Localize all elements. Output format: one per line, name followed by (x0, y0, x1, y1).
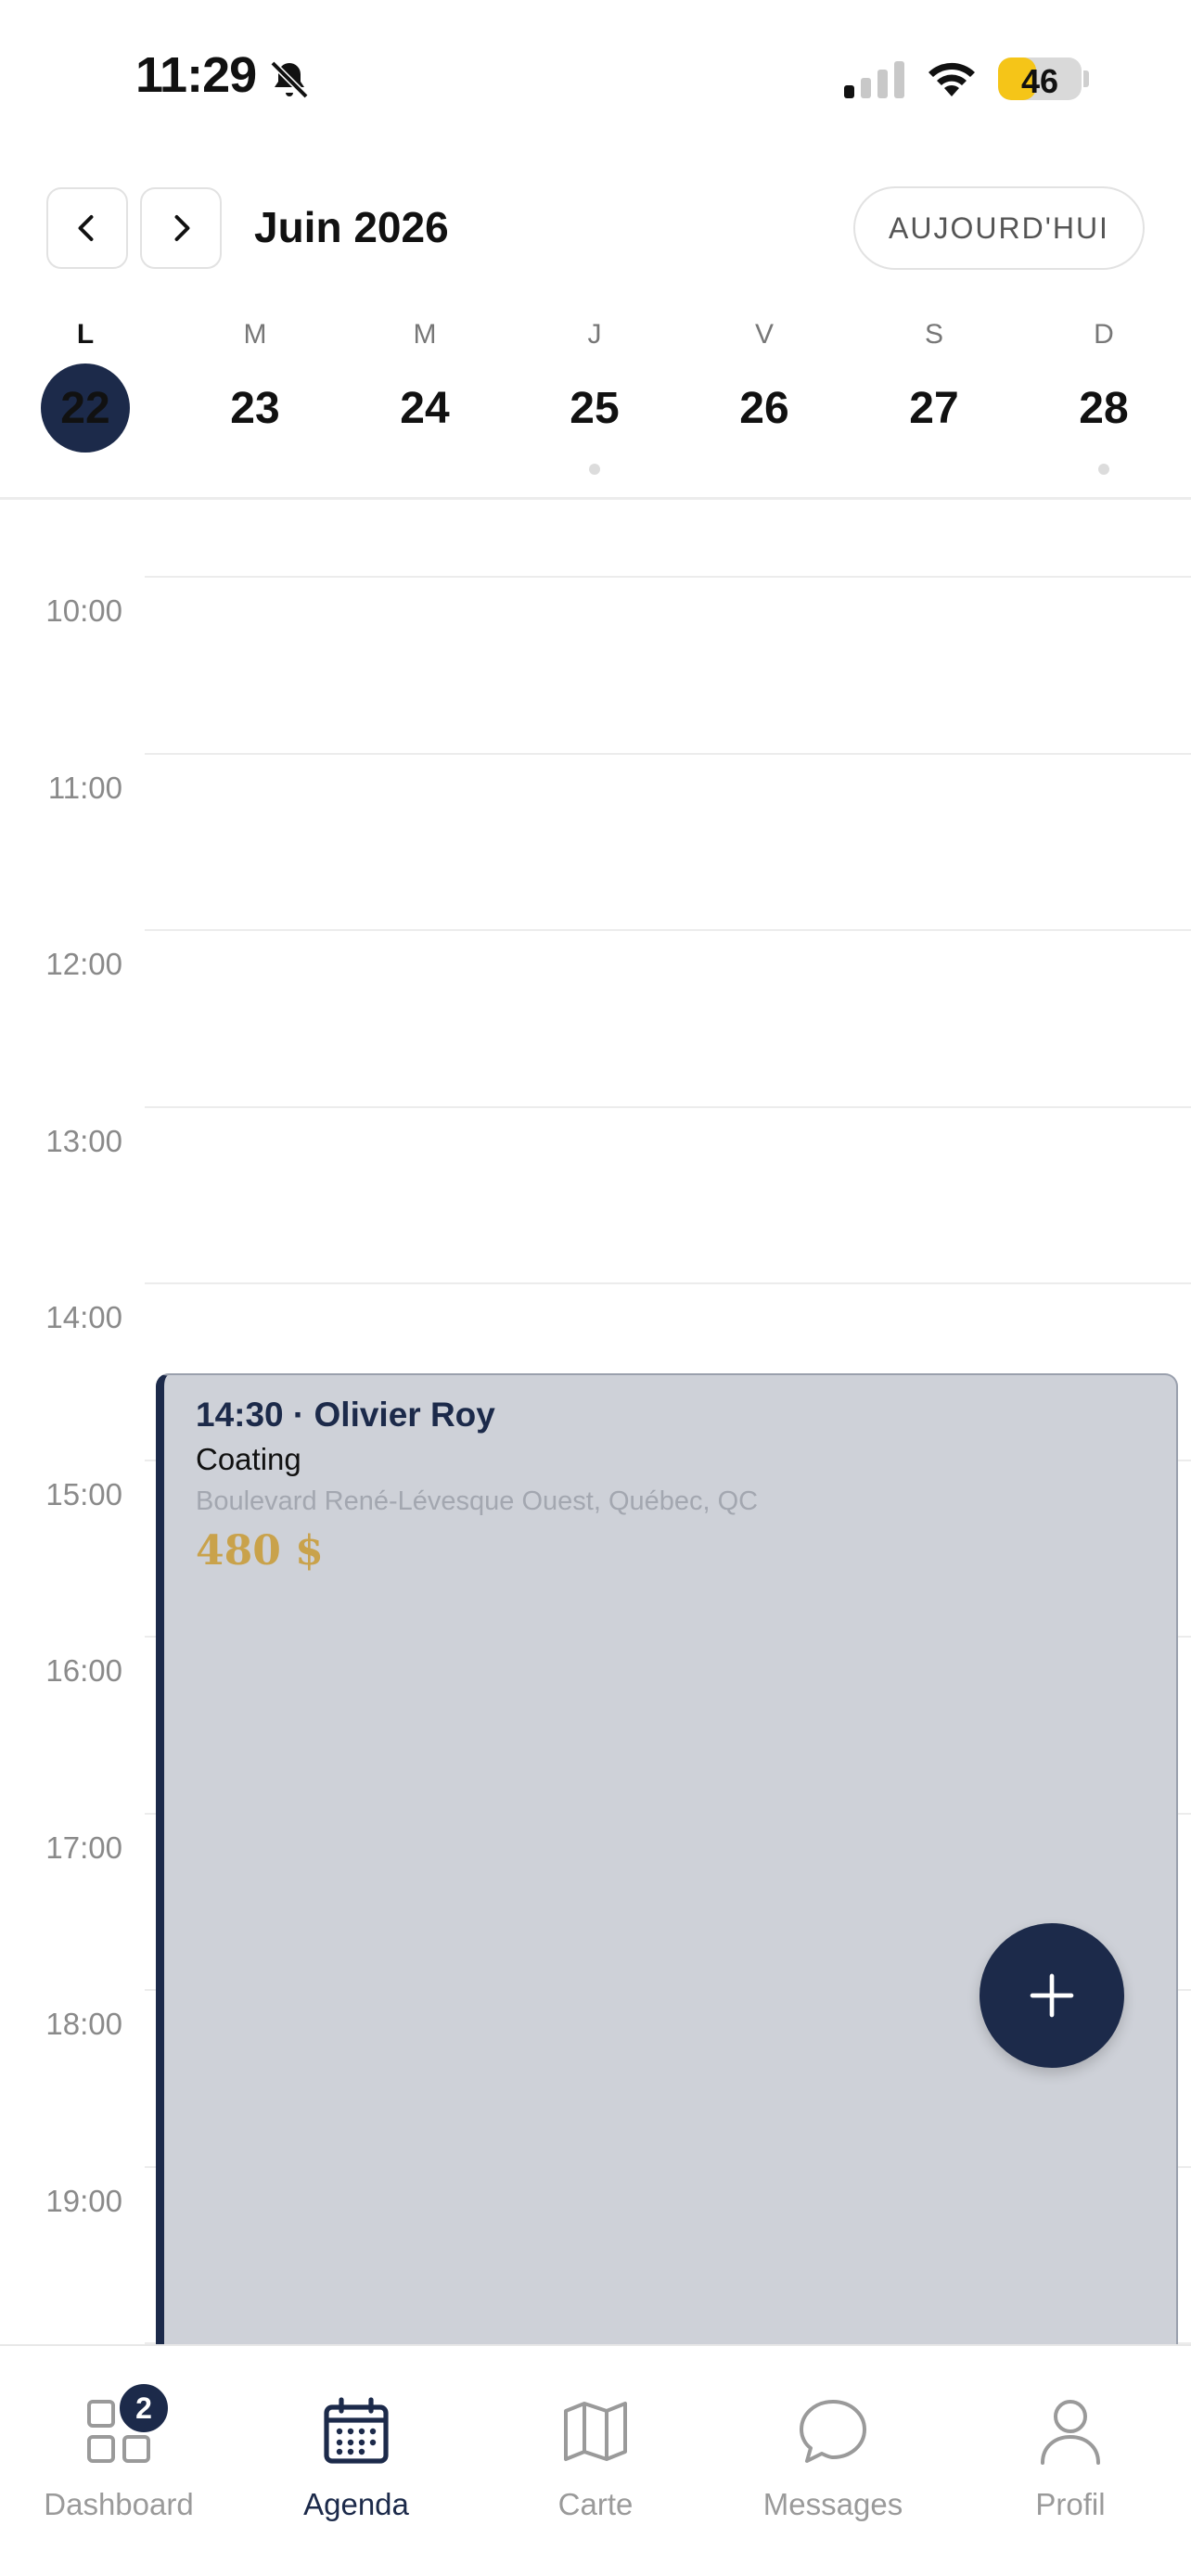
day-number: 24 (400, 383, 450, 433)
next-month-button[interactable] (140, 187, 222, 269)
tab-bar: 2 Dashboard Agenda Carte Messages Profil (0, 2344, 1191, 2576)
chevron-right-icon (174, 215, 190, 241)
tab-dashboard[interactable]: 2 Dashboard (0, 2346, 237, 2576)
tab-label: Dashboard (44, 2487, 194, 2521)
signal-icon (844, 61, 904, 98)
tab-messages[interactable]: Messages (714, 2346, 952, 2576)
event-indicator-dot (589, 464, 600, 475)
chat-bubble-icon (800, 2400, 866, 2463)
appointment-address: Boulevard René-Lévesque Ouest, Québec, Q… (196, 1486, 759, 1516)
day-number-circle: 27 (890, 363, 979, 453)
tab-carte[interactable]: Carte (477, 2346, 714, 2576)
day-number-circle: 22 (41, 363, 130, 453)
day-letter: D (1094, 319, 1114, 350)
wifi-icon (928, 62, 975, 96)
hour-label: 12:00 (45, 947, 122, 981)
status-bar: 11:29 46 (0, 0, 1191, 158)
plus-icon (1030, 1973, 1074, 2018)
week-strip: L 22 M 23 M 24 J 25 V 26 S 27 D 28 (0, 315, 1191, 497)
day-23[interactable]: M 23 (170, 315, 340, 497)
day-number: 23 (230, 383, 280, 433)
day-number: 26 (739, 383, 789, 433)
user-icon (1041, 2400, 1100, 2465)
day-letter: V (754, 319, 774, 350)
hour-label: 19:00 (45, 2183, 122, 2218)
day-timeline[interactable]: 14:30 · Olivier Roy Coating Boulevard Re… (0, 500, 1191, 2345)
tab-label: Messages (762, 2487, 903, 2521)
hour-label: 16:00 (45, 1653, 122, 1688)
hour-line (145, 1105, 1191, 1108)
hour-label: 18:00 (45, 2007, 122, 2041)
hour-label: 15:00 (45, 1476, 122, 1511)
bell-slash-icon (270, 60, 309, 99)
battery-cap (1083, 70, 1089, 87)
hour-label: 11:00 (47, 770, 122, 805)
map-icon (564, 2402, 627, 2461)
day-letter: S (924, 319, 943, 350)
hour-label: 14:00 (45, 1300, 122, 1334)
day-number-circle: 25 (550, 363, 639, 453)
hour-line (145, 576, 1191, 578)
day-number: 27 (909, 383, 959, 433)
day-27[interactable]: S 27 (849, 315, 1019, 497)
day-letter: M (243, 319, 267, 350)
hour-label: 17:00 (45, 1830, 122, 1865)
appointment-title: 14:30 · Olivier Roy (196, 1396, 495, 1434)
day-number-circle: 24 (380, 363, 469, 453)
hour-line (145, 1282, 1191, 1284)
day-22[interactable]: L 22 (0, 315, 171, 497)
appointment-price: 480 $ (196, 1527, 324, 1575)
event-indicator-dot (1098, 464, 1109, 475)
day-letter: M (413, 319, 437, 350)
hour-line (145, 929, 1191, 931)
day-24[interactable]: M 24 (339, 315, 510, 497)
hour-label: 13:00 (45, 1123, 122, 1158)
tab-label: Agenda (303, 2487, 409, 2521)
day-number-circle: 26 (720, 363, 809, 453)
month-title: Juin 2026 (254, 203, 449, 251)
battery-level: 46 (1020, 62, 1059, 100)
previous-month-button[interactable] (46, 187, 128, 269)
tab-agenda[interactable]: Agenda (237, 2346, 475, 2576)
appointment-card[interactable]: 14:30 · Olivier Roy Coating Boulevard Re… (156, 1373, 1178, 2345)
appointment-service: Coating (196, 1442, 301, 1476)
day-number-circle: 23 (211, 363, 300, 453)
tab-label: Carte (557, 2487, 634, 2521)
tab-profil[interactable]: Profil (952, 2346, 1189, 2576)
day-letter: J (587, 319, 602, 350)
notification-badge: 2 (117, 2381, 171, 2435)
day-letter: L (76, 319, 95, 350)
tab-label: Profil (1035, 2487, 1106, 2521)
day-28[interactable]: D 28 (1018, 315, 1189, 497)
day-25[interactable]: J 25 (509, 315, 680, 497)
hour-line (145, 752, 1191, 755)
today-button[interactable]: AUJOURD'HUI (853, 186, 1145, 270)
day-number: 25 (570, 383, 620, 433)
calendar-icon (324, 2397, 389, 2464)
day-number-circle: 28 (1059, 363, 1148, 453)
add-appointment-button[interactable] (980, 1923, 1124, 2068)
day-number: 28 (1079, 383, 1129, 433)
chevron-left-icon (78, 215, 94, 241)
status-time: 11:29 (135, 47, 257, 103)
battery-icon: 46 (998, 57, 1082, 100)
day-26[interactable]: V 26 (679, 315, 850, 497)
day-number: 22 (60, 383, 110, 433)
hour-label: 10:00 (45, 593, 122, 628)
